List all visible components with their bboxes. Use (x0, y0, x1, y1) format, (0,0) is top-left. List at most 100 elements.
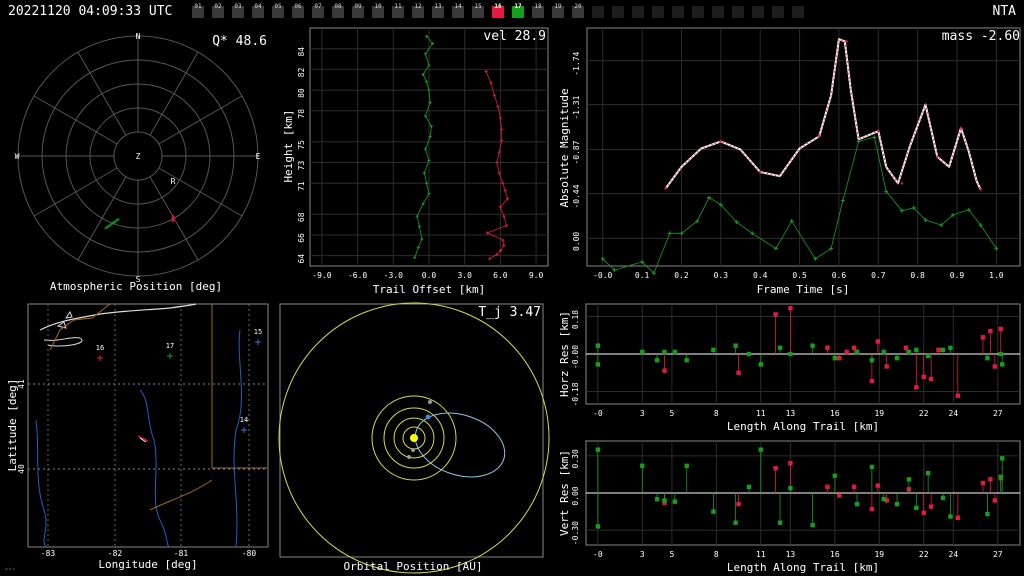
xtick: 16 (830, 409, 840, 418)
height-ylabel: Height [km] (282, 110, 295, 183)
atmos-title: Atmospheric Position [deg] (50, 280, 222, 293)
res-point-green (746, 351, 752, 357)
xtick: 19 (874, 550, 884, 559)
atmos-spoke (33, 95, 118, 145)
xtick: -6.0 (348, 271, 367, 280)
res-point-green (711, 347, 716, 353)
res-point-green (672, 349, 678, 355)
map-xtick: -80 (242, 549, 257, 558)
res-point-green (672, 499, 678, 504)
xtick: 27 (993, 550, 1003, 559)
ytick: -1.74 (572, 51, 581, 75)
res-point-green (758, 447, 763, 452)
res-point-red (914, 385, 919, 390)
xtick: 0.5 (792, 271, 807, 280)
atmos-spoke (149, 176, 199, 261)
res-point-red (980, 480, 986, 486)
res-point-green (640, 349, 645, 355)
xtick: 13 (786, 550, 796, 559)
xtick: 13 (786, 409, 796, 418)
map-river-2 (35, 419, 47, 548)
res-point-green (869, 358, 875, 363)
res-point-green (733, 520, 738, 525)
res-point-green (925, 353, 931, 359)
res-point-green (654, 496, 660, 502)
ytick: 75 (297, 140, 306, 150)
map-ylabel: Latitude [deg] (6, 379, 19, 472)
res-point-green (758, 362, 763, 367)
xtick: 3.0 (457, 271, 472, 280)
planet-icon (407, 455, 411, 459)
ytick: -0.44 (572, 184, 581, 208)
res-point-red (851, 345, 857, 350)
xtick: -0 (593, 409, 603, 418)
mag-xlabel: Frame Time [s] (757, 283, 850, 296)
res-point-green (869, 464, 875, 470)
map-shoreline (39, 303, 197, 331)
xtick: 0.1 (635, 271, 650, 280)
tj-value: T_j 3.47 (478, 305, 541, 320)
res-xlabel: Length Along Trail [km] (727, 420, 879, 433)
res-point-red (992, 498, 998, 503)
res-point-red (955, 515, 960, 520)
res-point-green (684, 358, 689, 363)
orbit-title: Orbital Position [AU] (343, 560, 482, 573)
res-point-green (684, 463, 689, 468)
xtick: 22 (919, 409, 929, 418)
res-point-green (654, 358, 660, 363)
ytick: -0.87 (572, 140, 581, 164)
orbit-panel: T_j 3.47 Orbital Position [AU] (278, 302, 550, 574)
res-point-green (595, 524, 601, 529)
res-point-green (788, 485, 793, 491)
xtick: 24 (949, 550, 959, 559)
xtick: 0.2 (674, 271, 689, 280)
res-point-red (869, 378, 875, 384)
res-point-red (837, 493, 842, 498)
res-point-green (777, 520, 783, 525)
res-point-green (595, 447, 601, 452)
res-point-red (998, 326, 1003, 332)
planet-icon (428, 400, 432, 404)
height-series-red (485, 71, 508, 260)
res-point-green (832, 355, 838, 361)
xtick: 11 (756, 409, 766, 418)
res-point-green (788, 351, 793, 357)
res-point-red (837, 355, 842, 361)
res-point-green (914, 347, 919, 353)
ytick: 82 (297, 67, 306, 77)
res-point-red (921, 510, 926, 516)
ytick: -0.18 (571, 382, 580, 406)
earth-icon (425, 414, 431, 420)
xtick: 5 (669, 409, 674, 418)
station-label-16: 16 (96, 344, 104, 352)
res-xlabel: Length Along Trail [km] (727, 561, 879, 574)
res-point-red (884, 364, 889, 369)
ytick: 68 (297, 212, 306, 222)
res-point-red (955, 393, 960, 398)
res-ylabel: Vert Res [km] (558, 450, 571, 536)
xtick: 0.9 (950, 271, 965, 280)
residual-panel-3: -0 3 5 8 11 13 16 19 22 24 27 0.30 0.00 -0.30 Length A… (558, 440, 1021, 574)
res-point-red (980, 335, 986, 340)
xtick: -3.0 (384, 271, 403, 280)
res-point-green (640, 463, 645, 468)
dir-z: Z (136, 152, 141, 161)
ytick: 84 (297, 47, 306, 57)
dir-w: W (15, 152, 20, 161)
xtick: 16 (830, 550, 840, 559)
xtick: 19 (874, 409, 884, 418)
res-point-green (1000, 456, 1005, 461)
residual-panel-2: -0 3 5 8 11 13 16 19 22 24 27 0.18 -0.00 -0.18 Length … (558, 303, 1021, 433)
ytick: -0.30 (571, 521, 580, 545)
mass-value: mass -2.60 (942, 29, 1020, 44)
res-point-green (925, 470, 931, 476)
res-point-green (906, 349, 912, 355)
res-point-green (1000, 362, 1005, 367)
res-point-red (988, 328, 993, 334)
res-point-green (948, 345, 953, 350)
res-point-red (936, 347, 941, 353)
xtick: 27 (993, 409, 1003, 418)
res-point-green (906, 477, 912, 482)
atmos-spoke (158, 95, 243, 145)
map-islands (43, 337, 83, 347)
